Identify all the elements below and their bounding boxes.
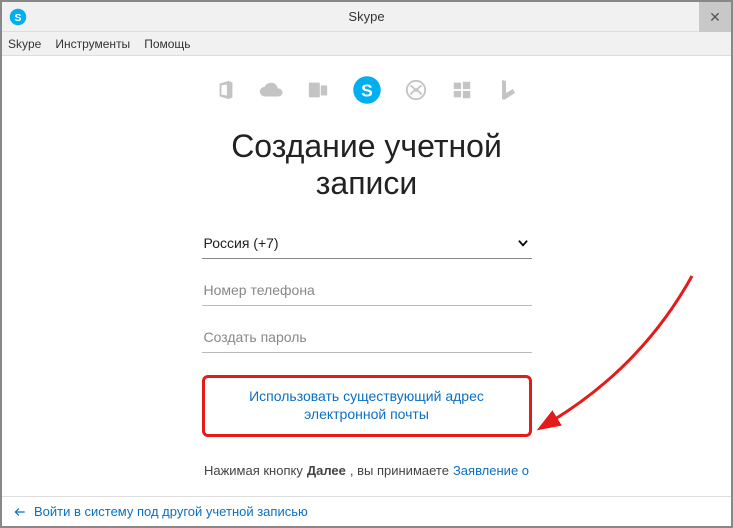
use-email-line2: электронной почты	[304, 406, 429, 422]
disclaimer-post: , вы принимаете	[350, 463, 449, 478]
phone-input[interactable]	[204, 282, 530, 298]
use-email-link-box: Использовать существующий адрес электрон…	[202, 375, 532, 437]
brand-row: S	[213, 74, 521, 106]
onedrive-icon	[259, 77, 285, 103]
outlook-icon	[305, 77, 331, 103]
password-field-row	[202, 322, 532, 353]
close-button[interactable]: ✕	[699, 2, 731, 32]
svg-text:S: S	[361, 80, 373, 100]
windows-icon	[449, 77, 475, 103]
use-email-line1: Использовать существующий адрес	[249, 388, 484, 404]
close-icon: ✕	[709, 9, 721, 26]
xbox-icon	[403, 77, 429, 103]
chevron-down-icon	[516, 236, 530, 250]
disclaimer: Нажимая кнопку Далее , вы принимаете Заяв…	[204, 463, 529, 478]
skype-logo-icon: S	[8, 7, 28, 27]
back-arrow-icon	[12, 505, 28, 519]
country-select[interactable]: Россия (+7)	[202, 228, 532, 259]
menubar: Skype Инструменты Помощь	[2, 32, 731, 56]
annotation-arrow	[532, 266, 712, 446]
disclaimer-bold: Далее	[307, 463, 346, 478]
content-area: S Создание учетной записи Россия (+7)	[2, 56, 731, 496]
menu-skype[interactable]: Skype	[8, 37, 41, 51]
password-input[interactable]	[204, 329, 530, 345]
country-select-value: Россия (+7)	[204, 235, 516, 251]
titlebar: S Skype ✕	[2, 2, 731, 32]
switch-account-link[interactable]: Войти в систему под другой учетной запис…	[34, 504, 308, 519]
svg-text:S: S	[14, 11, 21, 23]
bing-icon	[495, 77, 521, 103]
disclaimer-pre: Нажимая кнопку	[204, 463, 303, 478]
skype-icon: S	[351, 74, 383, 106]
signup-form: Россия (+7)	[202, 228, 532, 369]
footer: Войти в систему под другой учетной запис…	[2, 496, 731, 526]
page-title: Создание учетной записи	[231, 128, 502, 202]
menu-tools[interactable]: Инструменты	[55, 37, 130, 51]
title-line2: записи	[316, 165, 418, 201]
use-email-link[interactable]: Использовать существующий адрес электрон…	[249, 388, 484, 422]
phone-field-row	[202, 275, 532, 306]
title-line1: Создание учетной	[231, 128, 502, 164]
office-icon	[213, 77, 239, 103]
window-title: Skype	[2, 9, 731, 24]
menu-help[interactable]: Помощь	[144, 37, 190, 51]
disclaimer-link[interactable]: Заявление о	[453, 463, 529, 478]
